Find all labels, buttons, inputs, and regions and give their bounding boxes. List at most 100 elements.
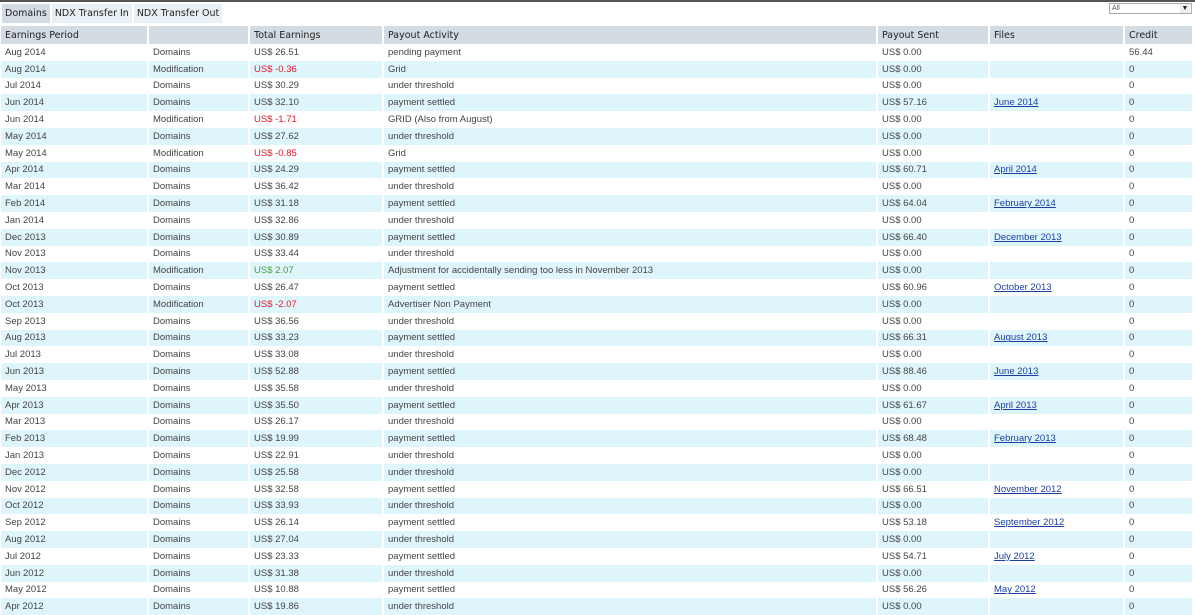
earnings-cell: US$ 33.23 [249, 329, 384, 347]
earnings-table: Earnings Period Total Earnings Payout Ac… [1, 26, 1194, 615]
period-cell: Nov 2013 [1, 262, 149, 280]
files-cell: October 2013 [989, 279, 1125, 296]
header-payout-sent[interactable]: Payout Sent [877, 26, 990, 44]
period-cell: Jul 2012 [1, 547, 149, 565]
credit-cell: 0 [1124, 346, 1194, 364]
type-cell: Domains [148, 514, 250, 532]
table-row: Mar 2013 Domains US$ 26.17 under threshold U… [1, 413, 1194, 431]
files-cell [989, 531, 1125, 548]
earnings-cell: US$ 26.14 [249, 514, 384, 532]
file-link[interactable]: July 2012 [994, 551, 1035, 562]
file-link[interactable]: June 2014 [994, 97, 1038, 108]
file-link[interactable]: August 2013 [994, 332, 1047, 343]
credit-cell: 0 [1124, 379, 1194, 397]
payout-sent-cell: US$ 0.00 [877, 497, 990, 515]
activity-cell: under threshold [383, 245, 878, 263]
file-link[interactable]: May 2012 [994, 584, 1036, 595]
type-cell: Domains [148, 161, 250, 179]
payout-sent-cell: US$ 0.00 [877, 262, 990, 280]
credit-cell: 0 [1124, 195, 1194, 212]
table-row: Jul 2013 Domains US$ 33.08 under threshold U… [1, 346, 1194, 364]
credit-cell: 0 [1124, 598, 1194, 615]
payout-sent-cell: US$ 66.51 [877, 480, 990, 498]
period-cell: Oct 2013 [1, 279, 149, 296]
activity-cell: under threshold [383, 413, 878, 431]
payout-sent-cell: US$ 66.40 [877, 228, 990, 246]
tab-ndx-transfer-out[interactable]: NDX Transfer Out [133, 4, 223, 23]
credit-cell: 0 [1124, 178, 1194, 196]
table-row: Oct 2012 Domains US$ 33.93 under threshold U… [1, 497, 1194, 515]
table-row: Jan 2013 Domains US$ 22.91 under threshold U… [1, 447, 1194, 464]
file-link[interactable]: September 2012 [994, 517, 1064, 528]
credit-cell: 56.44 [1124, 44, 1194, 61]
type-cell: Domains [148, 127, 250, 145]
activity-cell: Grid [383, 60, 878, 78]
period-cell: Oct 2013 [1, 295, 149, 313]
table-row: Jul 2014 Domains US$ 30.29 under threshold U… [1, 77, 1194, 95]
header-credit[interactable]: Credit [1124, 26, 1194, 44]
header-earnings-period[interactable]: Earnings Period [1, 26, 149, 44]
files-cell: June 2013 [989, 363, 1125, 380]
activity-cell: payment settled [383, 480, 878, 498]
credit-cell: 0 [1124, 228, 1194, 246]
credit-cell: 0 [1124, 329, 1194, 347]
files-cell [989, 463, 1125, 481]
activity-cell: payment settled [383, 581, 878, 599]
activity-cell: under threshold [383, 379, 878, 397]
table-row: May 2014 Modification US$ -0.85 Grid US$ 0.0… [1, 144, 1194, 162]
header-payout-activity[interactable]: Payout Activity [383, 26, 878, 44]
credit-cell: 0 [1124, 295, 1194, 313]
tab-bar: Domains NDX Transfer In NDX Transfer Out [2, 4, 224, 23]
earnings-cell: US$ -1.71 [249, 111, 384, 128]
header-files[interactable]: Files [989, 26, 1125, 44]
payout-sent-cell: US$ 0.00 [877, 379, 990, 397]
filter-select[interactable]: All ▼ [1109, 3, 1192, 14]
file-link[interactable]: November 2012 [994, 484, 1062, 495]
earnings-cell: US$ -0.36 [249, 60, 384, 78]
credit-cell: 0 [1124, 480, 1194, 498]
period-cell: Apr 2012 [1, 598, 149, 615]
file-link[interactable]: December 2013 [994, 232, 1062, 243]
header-total-earnings[interactable]: Total Earnings [249, 26, 384, 44]
earnings-cell: US$ 19.86 [249, 598, 384, 615]
tab-ndx-transfer-in[interactable]: NDX Transfer In [51, 4, 132, 23]
activity-cell: under threshold [383, 77, 878, 95]
file-link[interactable]: February 2013 [994, 433, 1056, 444]
payout-sent-cell: US$ 60.71 [877, 161, 990, 179]
file-link[interactable]: April 2013 [994, 400, 1037, 411]
file-link[interactable]: October 2013 [994, 282, 1052, 293]
files-cell [989, 295, 1125, 313]
payout-sent-cell: US$ 0.00 [877, 60, 990, 78]
table-row: Oct 2013 Modification US$ -2.07 Advertiser … [1, 295, 1194, 313]
credit-cell: 0 [1124, 363, 1194, 380]
table-row: Jun 2014 Domains US$ 32.10 payment settled U… [1, 94, 1194, 112]
type-cell: Domains [148, 396, 250, 414]
files-cell [989, 211, 1125, 229]
type-cell: Domains [148, 531, 250, 548]
files-cell: June 2014 [989, 94, 1125, 112]
files-cell [989, 346, 1125, 364]
activity-cell: payment settled [383, 329, 878, 347]
type-cell: Domains [148, 94, 250, 112]
files-cell [989, 379, 1125, 397]
file-link[interactable]: June 2013 [994, 366, 1038, 377]
file-link[interactable]: February 2014 [994, 198, 1056, 209]
tab-domains[interactable]: Domains [2, 4, 50, 23]
period-cell: Aug 2014 [1, 60, 149, 78]
earnings-cell: US$ 27.04 [249, 531, 384, 548]
table-row: Jan 2014 Domains US$ 32.86 under threshold U… [1, 211, 1194, 229]
file-link[interactable]: April 2014 [994, 164, 1037, 175]
table-row: Aug 2014 Domains US$ 26.51 pending payment U… [1, 44, 1194, 61]
table-row: Jun 2013 Domains US$ 52.88 payment settled U… [1, 363, 1194, 380]
period-cell: Jan 2013 [1, 447, 149, 464]
table-row: Aug 2014 Modification US$ -0.36 Grid US$ 0.0… [1, 60, 1194, 78]
activity-cell: Advertiser Non Payment [383, 295, 878, 313]
activity-cell: under threshold [383, 564, 878, 582]
credit-cell: 0 [1124, 77, 1194, 95]
type-cell: Domains [148, 195, 250, 212]
activity-cell: under threshold [383, 531, 878, 548]
period-cell: Sep 2012 [1, 514, 149, 532]
period-cell: Sep 2013 [1, 312, 149, 330]
payout-sent-cell: US$ 68.48 [877, 430, 990, 448]
files-cell: November 2012 [989, 480, 1125, 498]
